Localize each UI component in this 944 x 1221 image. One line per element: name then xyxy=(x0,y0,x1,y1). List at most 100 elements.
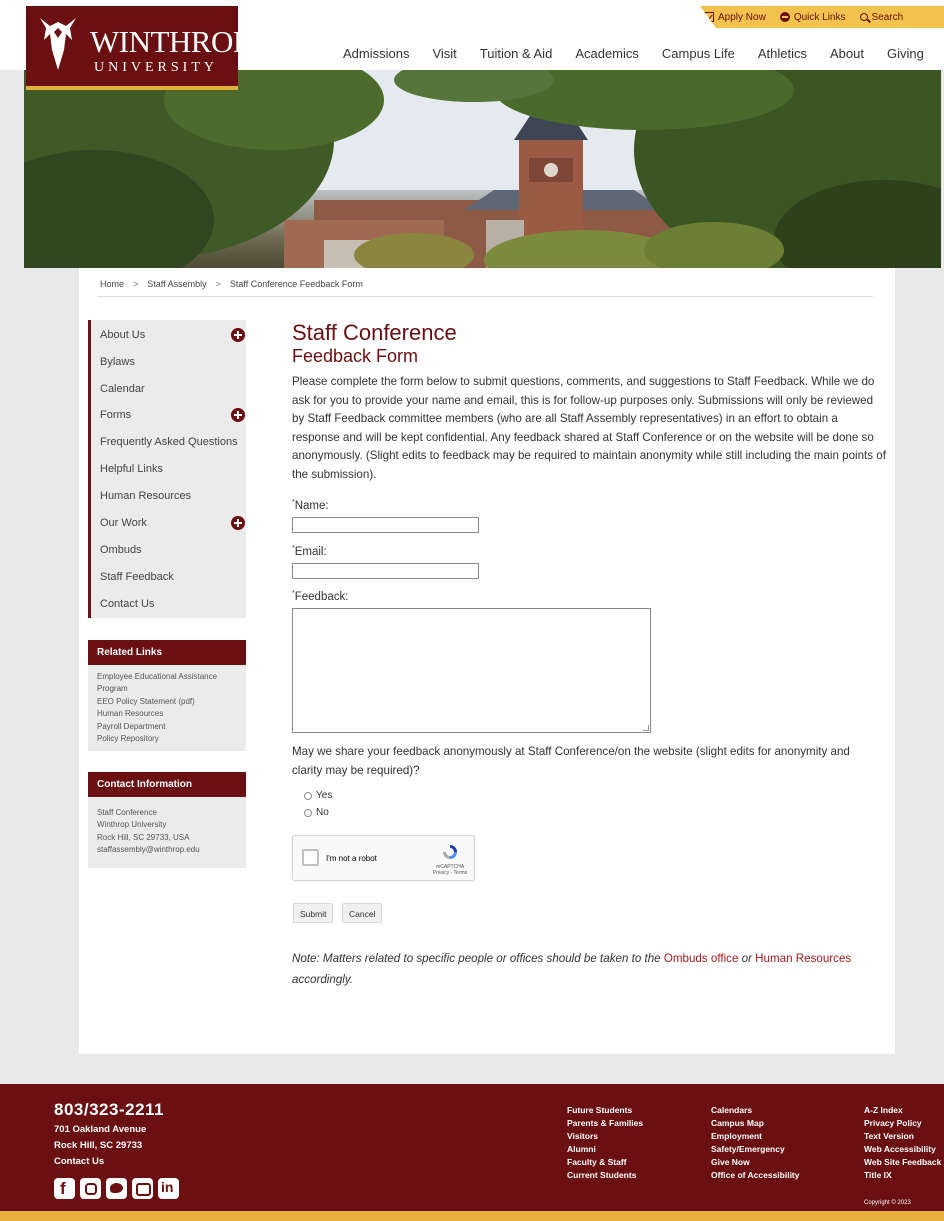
nav-tuition-aid[interactable]: Tuition & Aid xyxy=(480,46,553,61)
page-title: Staff Conference xyxy=(292,320,457,345)
recaptcha-label: I'm not a robot xyxy=(326,854,377,863)
related-link[interactable]: Employee Educational Assistance Program xyxy=(97,671,237,696)
facebook-icon[interactable] xyxy=(54,1178,75,1199)
contact-email-link[interactable]: staffassembly@winthrop.edu xyxy=(97,844,237,856)
quick-links-label: Quick Links xyxy=(793,11,846,23)
recaptcha-checkbox[interactable] xyxy=(302,849,319,866)
name-input[interactable] xyxy=(292,517,479,533)
feedback-textarea[interactable] xyxy=(292,608,651,733)
footer-phone[interactable]: 803/323-2211 xyxy=(54,1100,164,1120)
sidebar-item-bylaws[interactable]: Bylaws xyxy=(100,356,135,368)
footer-link[interactable]: A-Z Index xyxy=(864,1104,941,1117)
expand-plus-icon[interactable] xyxy=(231,516,245,530)
radio-yes[interactable]: Yes xyxy=(304,790,332,801)
submit-button[interactable]: Submit xyxy=(293,903,334,923)
footer-link[interactable]: Current Students xyxy=(567,1169,643,1182)
footer-link[interactable]: Campus Map xyxy=(711,1117,800,1130)
note-text: accordingly. xyxy=(292,973,354,986)
contact-line: Winthrop University xyxy=(97,820,167,830)
breadcrumb-staff-assembly[interactable]: Staff Assembly xyxy=(147,279,206,289)
note-text: Note: Matters related to specific people… xyxy=(292,952,664,965)
linkedin-icon[interactable] xyxy=(158,1178,179,1199)
sidebar-item-staff-feedback[interactable]: Staff Feedback xyxy=(100,571,174,583)
sidebar-item-ombuds[interactable]: Ombuds xyxy=(100,544,142,556)
cancel-button[interactable]: Cancel xyxy=(342,903,383,923)
related-link[interactable]: Payroll Department xyxy=(97,721,237,733)
footer-link[interactable]: Parents & Families xyxy=(567,1117,643,1130)
footer-col-resources: Calendars Campus Map Employment Safety/E… xyxy=(711,1104,800,1182)
email-input[interactable] xyxy=(292,563,479,579)
sidebar-item-contact-us[interactable]: Contact Us xyxy=(100,598,154,610)
footer-link[interactable]: Privacy Policy xyxy=(864,1117,941,1130)
ombuds-office-link[interactable]: Ombuds office xyxy=(664,952,739,965)
radio-no[interactable]: No xyxy=(304,807,329,818)
contact-info-box: Contact Information Staff Conference Win… xyxy=(88,772,246,868)
expand-plus-icon[interactable] xyxy=(231,408,245,422)
minus-circle-icon xyxy=(779,12,790,22)
note-text: or xyxy=(738,952,756,965)
footer-link[interactable]: Web Accessibility xyxy=(864,1143,941,1156)
footer-link[interactable]: Office of Accessibility xyxy=(711,1169,800,1182)
footer-link[interactable]: Calendars xyxy=(711,1104,800,1117)
contact-line: Staff Conference xyxy=(97,808,157,817)
hero-image xyxy=(24,70,941,268)
nav-academics[interactable]: Academics xyxy=(575,46,639,61)
breadcrumb-home[interactable]: Home xyxy=(100,279,124,289)
note-paragraph: Note: Matters related to specific people… xyxy=(292,948,852,990)
footer-link[interactable]: Visitors xyxy=(567,1130,643,1143)
human-resources-link[interactable]: Human Resources xyxy=(755,952,851,965)
footer-address-line: Rock Hill, SC 29733 xyxy=(54,1140,143,1151)
footer-copyright: Copyright © 2023 xyxy=(864,1200,911,1206)
nav-visit[interactable]: Visit xyxy=(432,46,456,61)
footer-link[interactable]: Faculty & Staff xyxy=(567,1156,643,1169)
search-label: Search xyxy=(871,11,904,23)
expand-plus-icon[interactable] xyxy=(231,328,245,342)
recaptcha-terms-link[interactable]: Privacy - Terms xyxy=(425,870,475,876)
radio-button[interactable] xyxy=(304,808,312,817)
footer-contact-link[interactable]: Contact Us xyxy=(54,1154,146,1170)
quick-links-toggle[interactable]: Quick Links xyxy=(779,11,846,23)
nav-athletics[interactable]: Athletics xyxy=(758,46,807,61)
nav-giving[interactable]: Giving xyxy=(887,46,924,61)
contact-line: Rock Hill, SC 29733, USA xyxy=(97,832,190,842)
breadcrumb-divider xyxy=(97,296,873,297)
footer-link[interactable]: Employment xyxy=(711,1130,800,1143)
footer-link[interactable]: Title IX xyxy=(864,1169,941,1182)
social-links xyxy=(54,1178,179,1199)
sidebar-item-faq[interactable]: Frequently Asked Questions xyxy=(100,436,238,448)
related-link[interactable]: Policy Repository xyxy=(97,733,237,745)
footer-link[interactable]: Web Site Feedback xyxy=(864,1156,941,1169)
logo-subtitle: UNIVERSITY xyxy=(94,60,218,75)
footer-link[interactable]: Alumni xyxy=(567,1143,643,1156)
footer-link[interactable]: Future Students xyxy=(567,1104,643,1117)
radio-no-label: No xyxy=(316,807,329,818)
sidebar-item-human-resources[interactable]: Human Resources xyxy=(100,490,191,502)
sidebar-item-forms[interactable]: Forms xyxy=(100,409,131,421)
nav-admissions[interactable]: Admissions xyxy=(343,46,409,61)
footer-link[interactable]: Safety/Emergency xyxy=(711,1143,800,1156)
sidebar-item-calendar[interactable]: Calendar xyxy=(100,383,145,395)
recaptcha-brand: reCAPTCHA Privacy - Terms xyxy=(425,864,475,876)
nav-about[interactable]: About xyxy=(830,46,864,61)
related-link[interactable]: Human Resources xyxy=(97,708,237,720)
related-link[interactable]: EEO Policy Statement (pdf) xyxy=(97,696,237,708)
twitter-icon[interactable] xyxy=(106,1178,127,1199)
youtube-icon[interactable] xyxy=(132,1178,153,1199)
footer-link[interactable]: Text Version xyxy=(864,1130,941,1143)
footer-link[interactable]: Give Now xyxy=(711,1156,800,1169)
instagram-icon[interactable] xyxy=(80,1178,101,1199)
apply-now-link[interactable]: Apply Now xyxy=(704,12,766,23)
page-subtitle: Feedback Form xyxy=(292,346,419,366)
footer-col-audiences: Future Students Parents & Families Visit… xyxy=(567,1104,643,1182)
breadcrumb-separator: > xyxy=(215,279,221,289)
winthrop-logo[interactable]: WINTHROP UNIVERSITY xyxy=(26,6,250,90)
sidebar-item-our-work[interactable]: Our Work xyxy=(100,517,147,529)
nav-campus-life[interactable]: Campus Life xyxy=(662,46,735,61)
name-label-text: Name: xyxy=(294,499,329,512)
related-links-title: Related Links xyxy=(88,640,246,665)
sidebar-item-about-us[interactable]: About Us xyxy=(100,329,145,341)
radio-button[interactable] xyxy=(304,791,312,800)
sidebar-item-helpful-links[interactable]: Helpful Links xyxy=(100,463,163,475)
search-link[interactable]: Search xyxy=(859,11,904,23)
resize-handle-icon[interactable] xyxy=(643,725,649,731)
